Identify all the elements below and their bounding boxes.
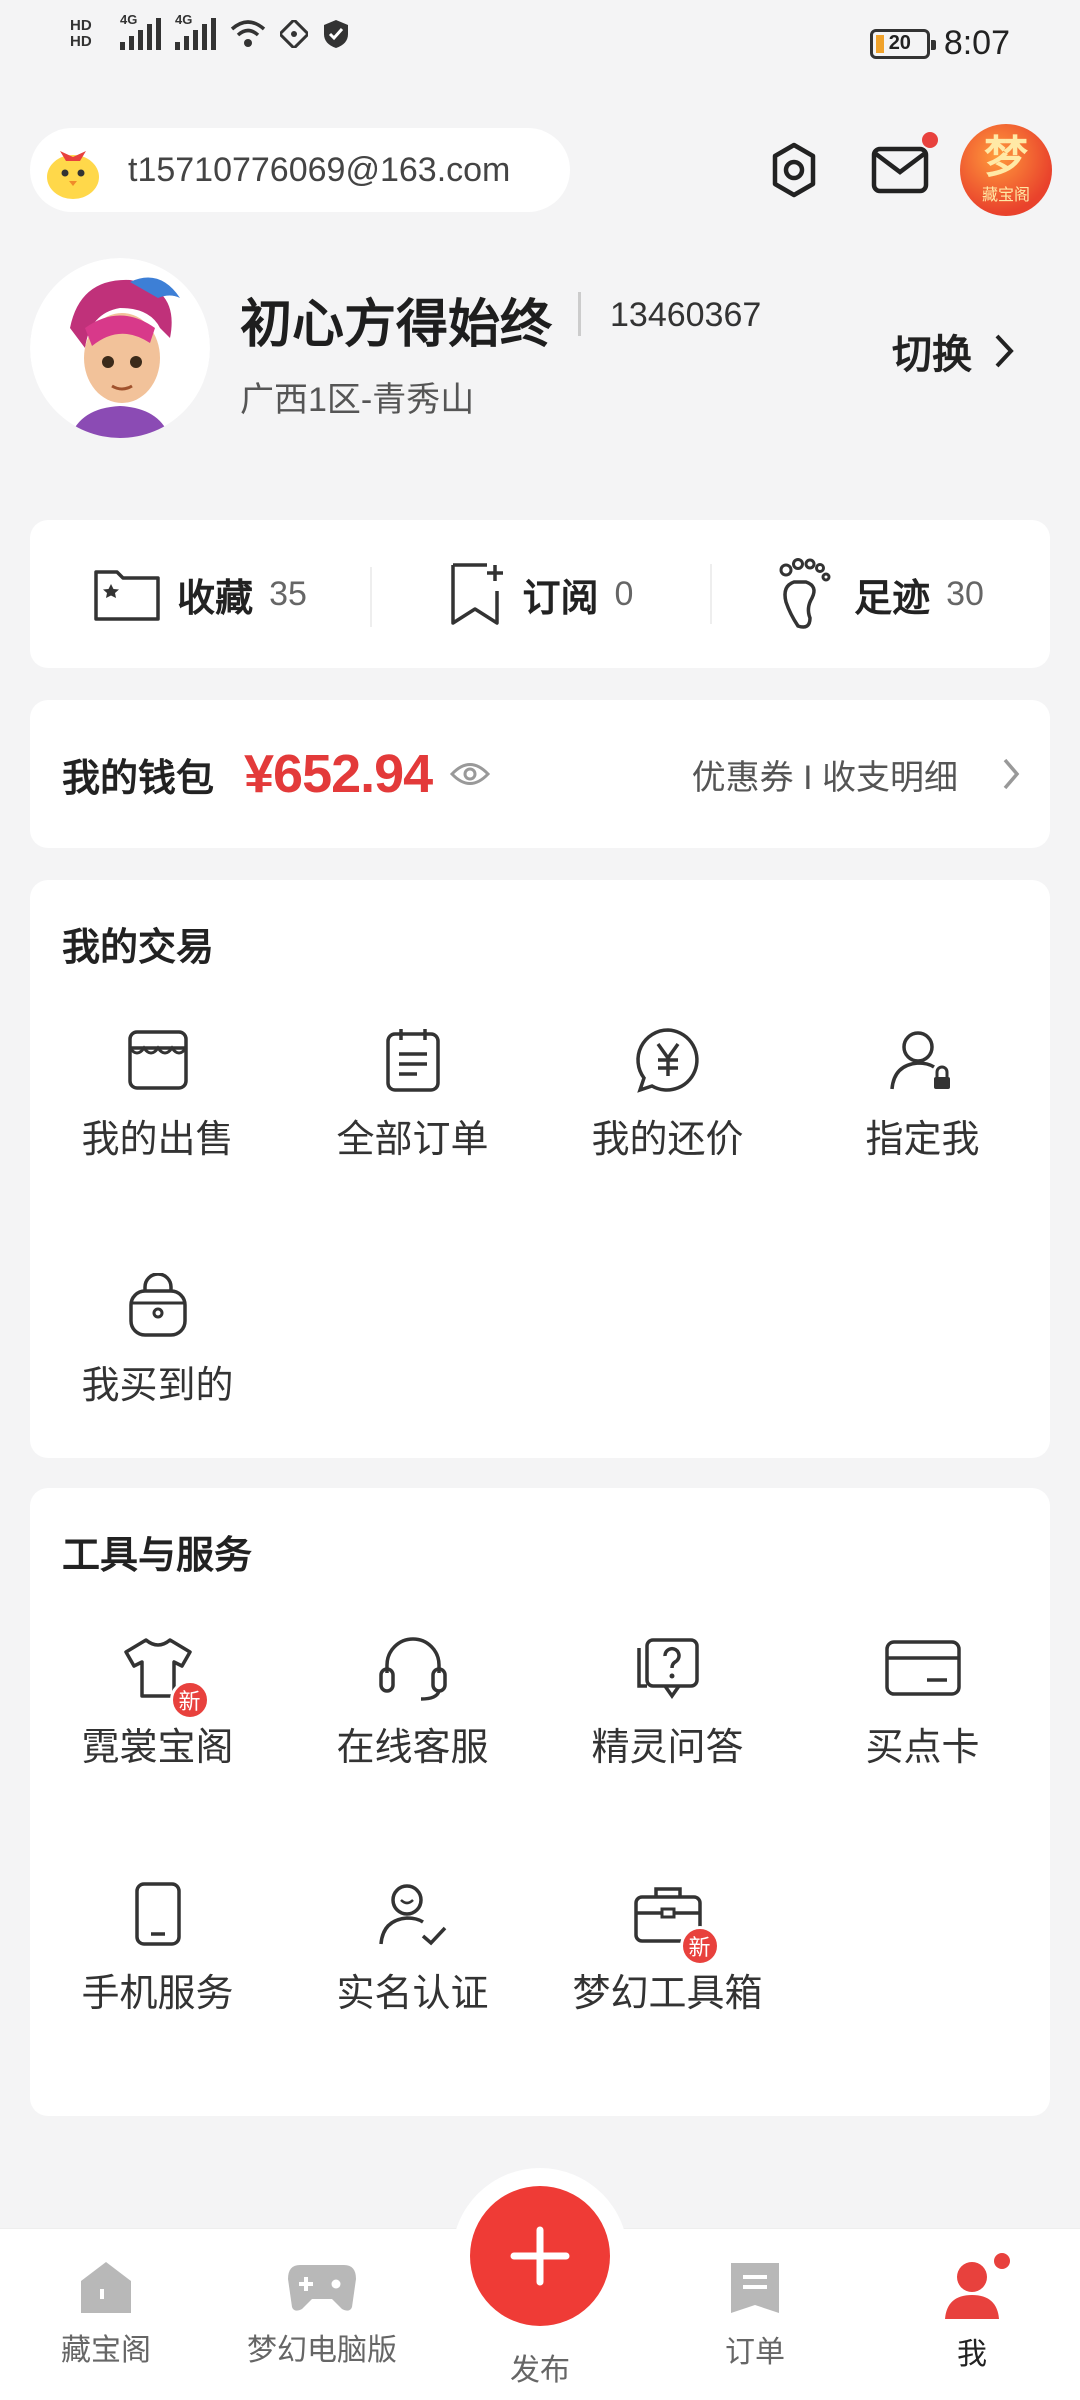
nfc-icon [280,20,308,48]
switch-label: 切换 [892,333,972,377]
my-counter-offers-entry[interactable]: 我的还价 [540,1020,795,1164]
online-support-entry[interactable]: 在线客服 [285,1628,540,1772]
character-id: 13460367 [610,296,762,334]
my-purchases-entry[interactable]: 我买到的 [30,1266,285,1410]
shop-icon [118,1020,198,1100]
nav-me[interactable]: 我 [872,2253,1072,2373]
unread-dot [922,132,938,148]
all-orders-entry[interactable]: 全部订单 [285,1020,540,1164]
faq-entry[interactable]: 精灵问答 [540,1628,795,1772]
order-list-icon [373,1020,453,1100]
chevron-right-icon [995,334,1014,368]
tools-card: 工具与服务 新 霓裳宝阁 在线客服 精灵问答 买点卡 手机服务 实名认证 新 梦… [30,1488,1050,2116]
hd-indicator: HD HD [70,17,92,50]
yuan-bubble-icon [628,1020,708,1100]
chevron-right-icon [1003,758,1020,790]
account-email: t15710776069@163.com [128,150,511,189]
footprint-icon [779,558,831,629]
tshirt-icon: 新 [118,1628,210,1720]
phone-icon [118,1874,198,1954]
notification-dot [994,2253,1010,2269]
favorites-entry[interactable]: 收藏 35 [30,566,370,622]
publish-label: 发布 [510,2354,570,2387]
new-badge: 新 [679,1926,720,1966]
character-server: 广西1区-青秀山 [240,381,475,419]
nav-pc-version[interactable]: 梦幻电脑版 [222,2259,422,2369]
mail-icon [871,146,929,194]
toolbox-entry[interactable]: 新 梦幻工具箱 [540,1874,795,2018]
switch-character-button[interactable]: 切换 [892,322,1014,380]
user-icon [945,2262,999,2319]
wallet-balance: ¥652.94 [244,744,433,804]
real-name-verification-entry[interactable]: 实名认证 [285,1874,540,2018]
counts-card: 收藏 35 订阅 0 足迹 30 [30,520,1050,668]
publish-button[interactable] [470,2186,610,2326]
wallet-title: 我的钱包 [62,757,215,800]
user-lock-icon [883,1020,963,1100]
nav-orders[interactable]: 订单 [655,2259,855,2371]
gear-icon [772,142,816,198]
wifi-icon [230,20,266,47]
wallet-links[interactable]: 优惠券 I 收支明细 [692,750,958,799]
messages-button[interactable] [858,128,942,212]
wardrobe-entry[interactable]: 新 霓裳宝阁 [30,1628,285,1772]
section-title: 工具与服务 [62,1535,253,1577]
name-divider [578,292,581,336]
question-icon [628,1628,708,1708]
wallet-card[interactable]: 我的钱包 ¥652.94 优惠券 I 收支明细 [30,700,1050,848]
gamepad-icon [288,2265,356,2311]
order-icon [731,2263,779,2313]
account-switcher[interactable]: t15710776069@163.com [30,128,570,212]
shield-icon [324,20,348,48]
trade-card: 我的交易 我的出售 全部订单 我的还价 指定我 我买到的 [30,880,1050,1458]
headset-icon [373,1628,453,1708]
app-logo[interactable]: 梦 藏宝阁 [960,124,1052,216]
my-sales-entry[interactable]: 我的出售 [30,1020,285,1164]
status-bar: HD HD 4G 4G 20 8:07 [0,0,1080,92]
user-check-icon [373,1874,453,1954]
signal-icon-2: 4G [175,12,216,50]
new-badge: 新 [169,1680,210,1720]
bag-icon [118,1266,198,1346]
buy-points-card-entry[interactable]: 买点卡 [795,1628,1050,1772]
character-name: 初心方得始终 [240,296,553,354]
subscriptions-entry[interactable]: 订阅 0 [370,561,710,627]
eye-icon[interactable] [450,761,491,787]
battery-icon: 20 [869,28,936,59]
card-icon [883,1628,963,1708]
signal-icon: 4G [120,12,161,50]
bookmark-plus-icon [450,563,503,625]
home-icon [81,2262,131,2313]
chick-avatar-icon [40,137,106,203]
folder-star-icon [94,570,160,621]
footprints-entry[interactable]: 足迹 30 [710,558,1050,630]
clock: 8:07 [943,24,1010,62]
nav-home[interactable]: 藏宝阁 [6,2259,206,2369]
plus-icon [510,2226,570,2286]
settings-button[interactable] [752,128,836,212]
designated-to-me-entry[interactable]: 指定我 [795,1020,1050,1164]
toolbox-icon: 新 [628,1874,720,1966]
mobile-service-entry[interactable]: 手机服务 [30,1874,285,2018]
section-title: 我的交易 [62,927,215,969]
avatar[interactable] [30,258,210,438]
